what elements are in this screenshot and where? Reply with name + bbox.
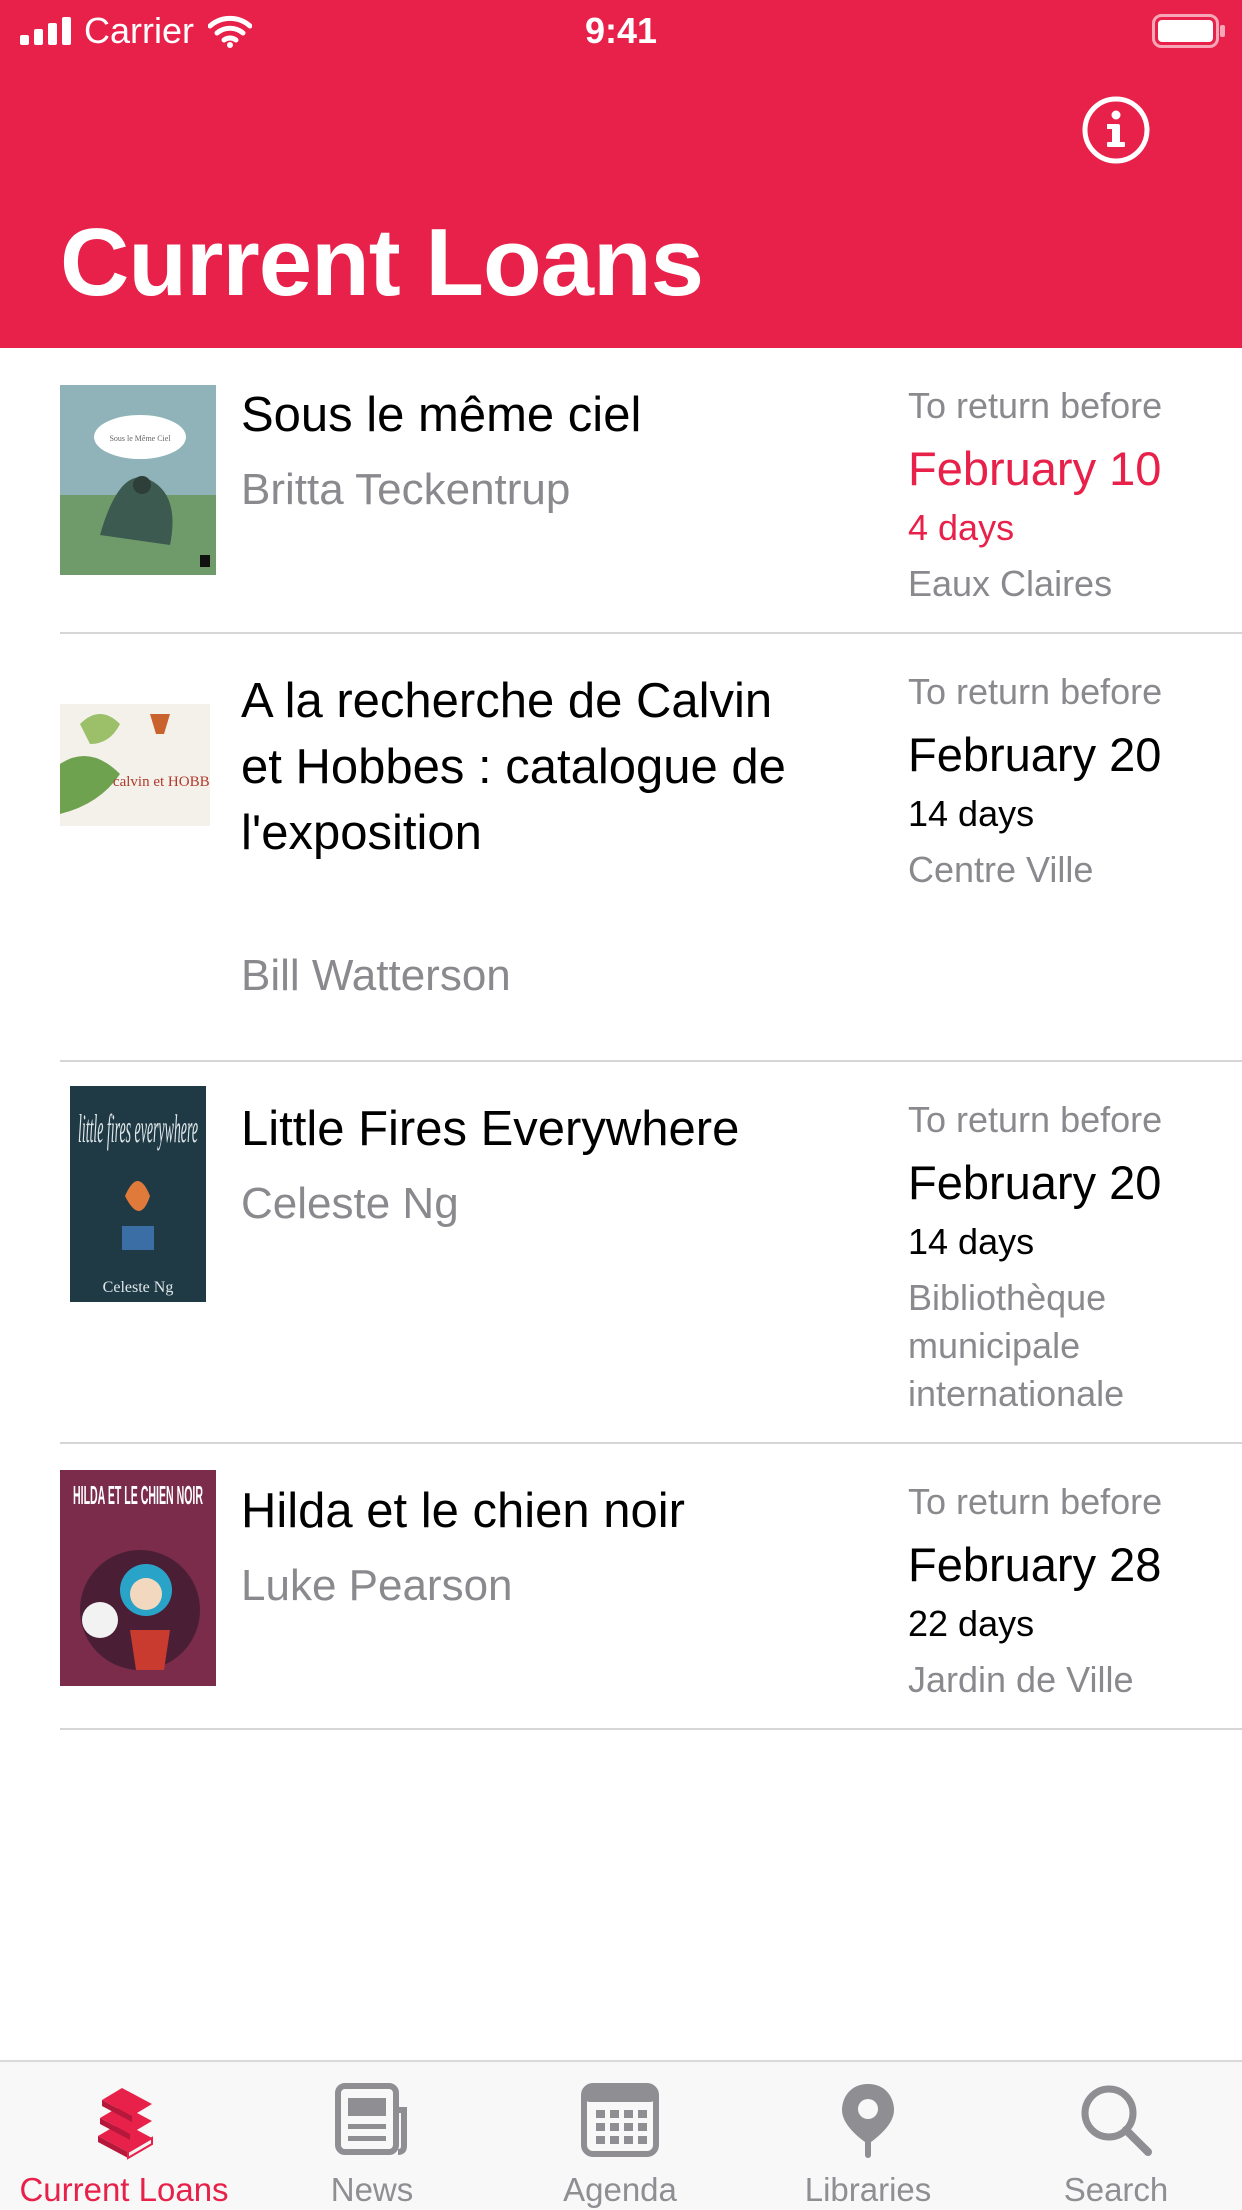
tab-agenda[interactable]: Agenda (496, 2062, 744, 2210)
status-bar: Carrier 9:41 (0, 0, 1242, 60)
due-date: February 20 (908, 728, 1162, 781)
battery-icon (1152, 14, 1225, 48)
cover-title-text: Sous le Même Ciel (109, 434, 171, 443)
tab-news[interactable]: News (248, 2062, 496, 2210)
book-cover-image: calvin et HOBBES (60, 704, 210, 826)
tab-label: Agenda (563, 2171, 677, 2208)
loan-row[interactable]: HILDA ET LE CHIEN NOIR Hilda et le chien… (0, 1444, 1242, 1730)
library-name: Centre Ville (908, 849, 1094, 890)
loan-row[interactable]: little fires everywhere Celeste Ng Littl… (0, 1062, 1242, 1444)
info-icon[interactable] (1080, 94, 1152, 166)
due-label: To return before (908, 385, 1163, 426)
due-date: February 28 (908, 1538, 1162, 1591)
navigation-header: Carrier 9:41 Current Loans (0, 0, 1242, 348)
loan-author: Celeste Ng (241, 1179, 459, 1228)
due-info: To return before February 28 22 days Jar… (908, 1480, 1228, 1704)
due-label: To return before (908, 671, 1163, 712)
cover-author-text: Celeste Ng (103, 1279, 174, 1296)
due-info: To return before February 20 14 days Cen… (908, 670, 1228, 894)
tab-search[interactable]: Search (992, 2062, 1240, 2210)
library-name: Jardin de Ville (908, 1659, 1134, 1700)
status-time: 9:41 (584, 10, 658, 51)
tab-label: News (330, 2171, 414, 2208)
page-title: Current Loans (60, 209, 704, 316)
map-pin-icon (842, 2084, 894, 2158)
cover-title-text: calvin et HOBBES (113, 774, 210, 790)
loan-title: A la recherche de Calvin et Hobbes : cat… (241, 674, 786, 860)
loan-author: Britta Teckentrup (241, 465, 571, 514)
due-date: February 20 (908, 1156, 1162, 1209)
tab-current-loans[interactable]: Current Loans (0, 2062, 248, 2210)
tab-label: Current Loans (19, 2171, 229, 2208)
loan-title: Hilda et le chien noir (241, 1484, 685, 1538)
book-cover-image: HILDA ET LE CHIEN NOIR (60, 1470, 216, 1686)
days-remaining: 14 days (908, 1221, 1035, 1262)
row-divider (60, 1728, 1242, 1730)
due-date: February 10 (908, 442, 1162, 495)
book-cover-image: little fires everywhere Celeste Ng (70, 1086, 206, 1302)
loan-title: Sous le même ciel (241, 388, 642, 442)
loan-author: Bill Watterson (241, 951, 511, 1000)
newspaper-icon (335, 2083, 407, 2155)
due-label: To return before (908, 1481, 1163, 1522)
loan-row[interactable]: calvin et HOBBES A la recherche de Calvi… (0, 634, 1242, 1062)
library-name: Bibliothèque municipale internationale (908, 1277, 1125, 1414)
tab-label: Libraries (804, 2171, 932, 2208)
calendar-icon (581, 2083, 659, 2157)
loan-author: Luke Pearson (241, 1561, 513, 1610)
due-label: To return before (908, 1099, 1163, 1140)
tab-label: Search (1063, 2171, 1169, 2208)
days-remaining: 14 days (908, 793, 1035, 834)
loan-title: Little Fires Everywhere (241, 1102, 740, 1156)
book-cover-image: Sous le Même Ciel (60, 385, 216, 575)
magnifier-icon (1081, 2085, 1152, 2156)
due-info: To return before February 20 14 days Bib… (908, 1098, 1228, 1418)
books-stack-icon (98, 2088, 153, 2160)
tab-bar: Current Loans News Agenda Libraries Sear… (0, 2060, 1242, 2210)
library-name: Eaux Claires (908, 563, 1113, 604)
due-info: To return before February 10 4 days Eaux… (908, 384, 1228, 608)
tab-libraries[interactable]: Libraries (744, 2062, 992, 2210)
days-remaining: 4 days (908, 507, 1015, 548)
days-remaining: 22 days (908, 1603, 1035, 1644)
loan-row[interactable]: Sous le Même Ciel Sous le même ciel Brit… (0, 348, 1242, 634)
cover-title-text: little fires everywhere (78, 1106, 198, 1151)
cover-title-text: HILDA ET LE CHIEN NOIR (73, 1480, 203, 1510)
